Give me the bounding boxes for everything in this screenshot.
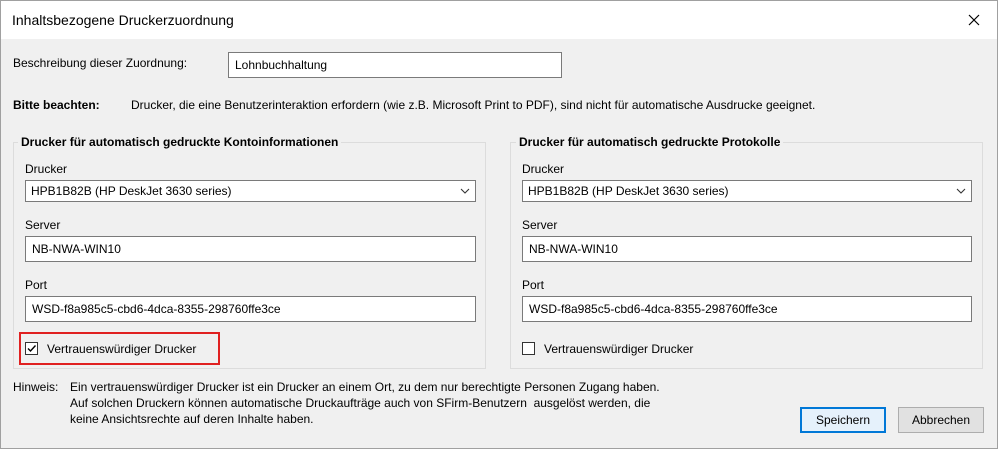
hint-line: Ein vertrauenswürdiger Drucker ist ein D… xyxy=(70,380,660,394)
trusted-checkbox-2[interactable] xyxy=(522,342,535,355)
trusted-checkbox-1[interactable] xyxy=(25,342,38,355)
server-label-2: Server xyxy=(522,218,558,232)
server-input-2[interactable] xyxy=(522,236,972,262)
window-title: Inhaltsbezogene Druckerzuordnung xyxy=(12,12,234,28)
server-input-1[interactable] xyxy=(25,236,476,262)
port-label-2: Port xyxy=(522,278,545,292)
notice-label: Bitte beachten: xyxy=(13,98,100,112)
trusted-label-1: Vertrauenswürdiger Drucker xyxy=(47,342,197,356)
cancel-button[interactable]: Abbrechen xyxy=(898,407,984,433)
port-label-1: Port xyxy=(25,278,48,292)
title-bar: Inhaltsbezogene Druckerzuordnung xyxy=(0,0,998,39)
printer-select-1[interactable]: HPB1B82B (HP DeskJet 3630 series) xyxy=(25,180,476,202)
chevron-down-icon xyxy=(460,188,470,194)
printer-select-2-value: HPB1B82B (HP DeskJet 3630 series) xyxy=(528,184,729,198)
description-label: Beschreibung dieser Zuordnung: xyxy=(13,56,188,70)
close-button[interactable] xyxy=(951,1,997,39)
hint-label: Hinweis: xyxy=(13,380,59,394)
port-input-2[interactable] xyxy=(522,296,972,322)
chevron-down-icon xyxy=(956,188,966,194)
group-protocols-title: Drucker für automatisch gedruckte Protok… xyxy=(516,135,784,149)
printer-label-2: Drucker xyxy=(522,162,565,176)
port-input-1[interactable] xyxy=(25,296,476,322)
close-icon xyxy=(968,14,980,26)
server-label-1: Server xyxy=(25,218,61,232)
checkmark-icon xyxy=(27,345,37,353)
printer-label-1: Drucker xyxy=(25,162,68,176)
hint-text: Ein vertrauenswürdiger Drucker ist ein D… xyxy=(70,379,660,427)
save-button[interactable]: Speichern xyxy=(800,407,886,433)
description-input[interactable] xyxy=(228,52,562,78)
hint-line: keine Ansichtsrechte auf deren Inhalte h… xyxy=(70,412,314,426)
group-account-info-title: Drucker für automatisch gedruckte Kontoi… xyxy=(18,135,342,149)
hint-line: Auf solchen Druckern können automatische… xyxy=(70,396,651,410)
printer-select-1-value: HPB1B82B (HP DeskJet 3630 series) xyxy=(31,184,232,198)
notice-text: Drucker, die eine Benutzerinteraktion er… xyxy=(131,98,816,112)
printer-select-2[interactable]: HPB1B82B (HP DeskJet 3630 series) xyxy=(522,180,972,202)
trusted-label-2: Vertrauenswürdiger Drucker xyxy=(544,342,694,356)
